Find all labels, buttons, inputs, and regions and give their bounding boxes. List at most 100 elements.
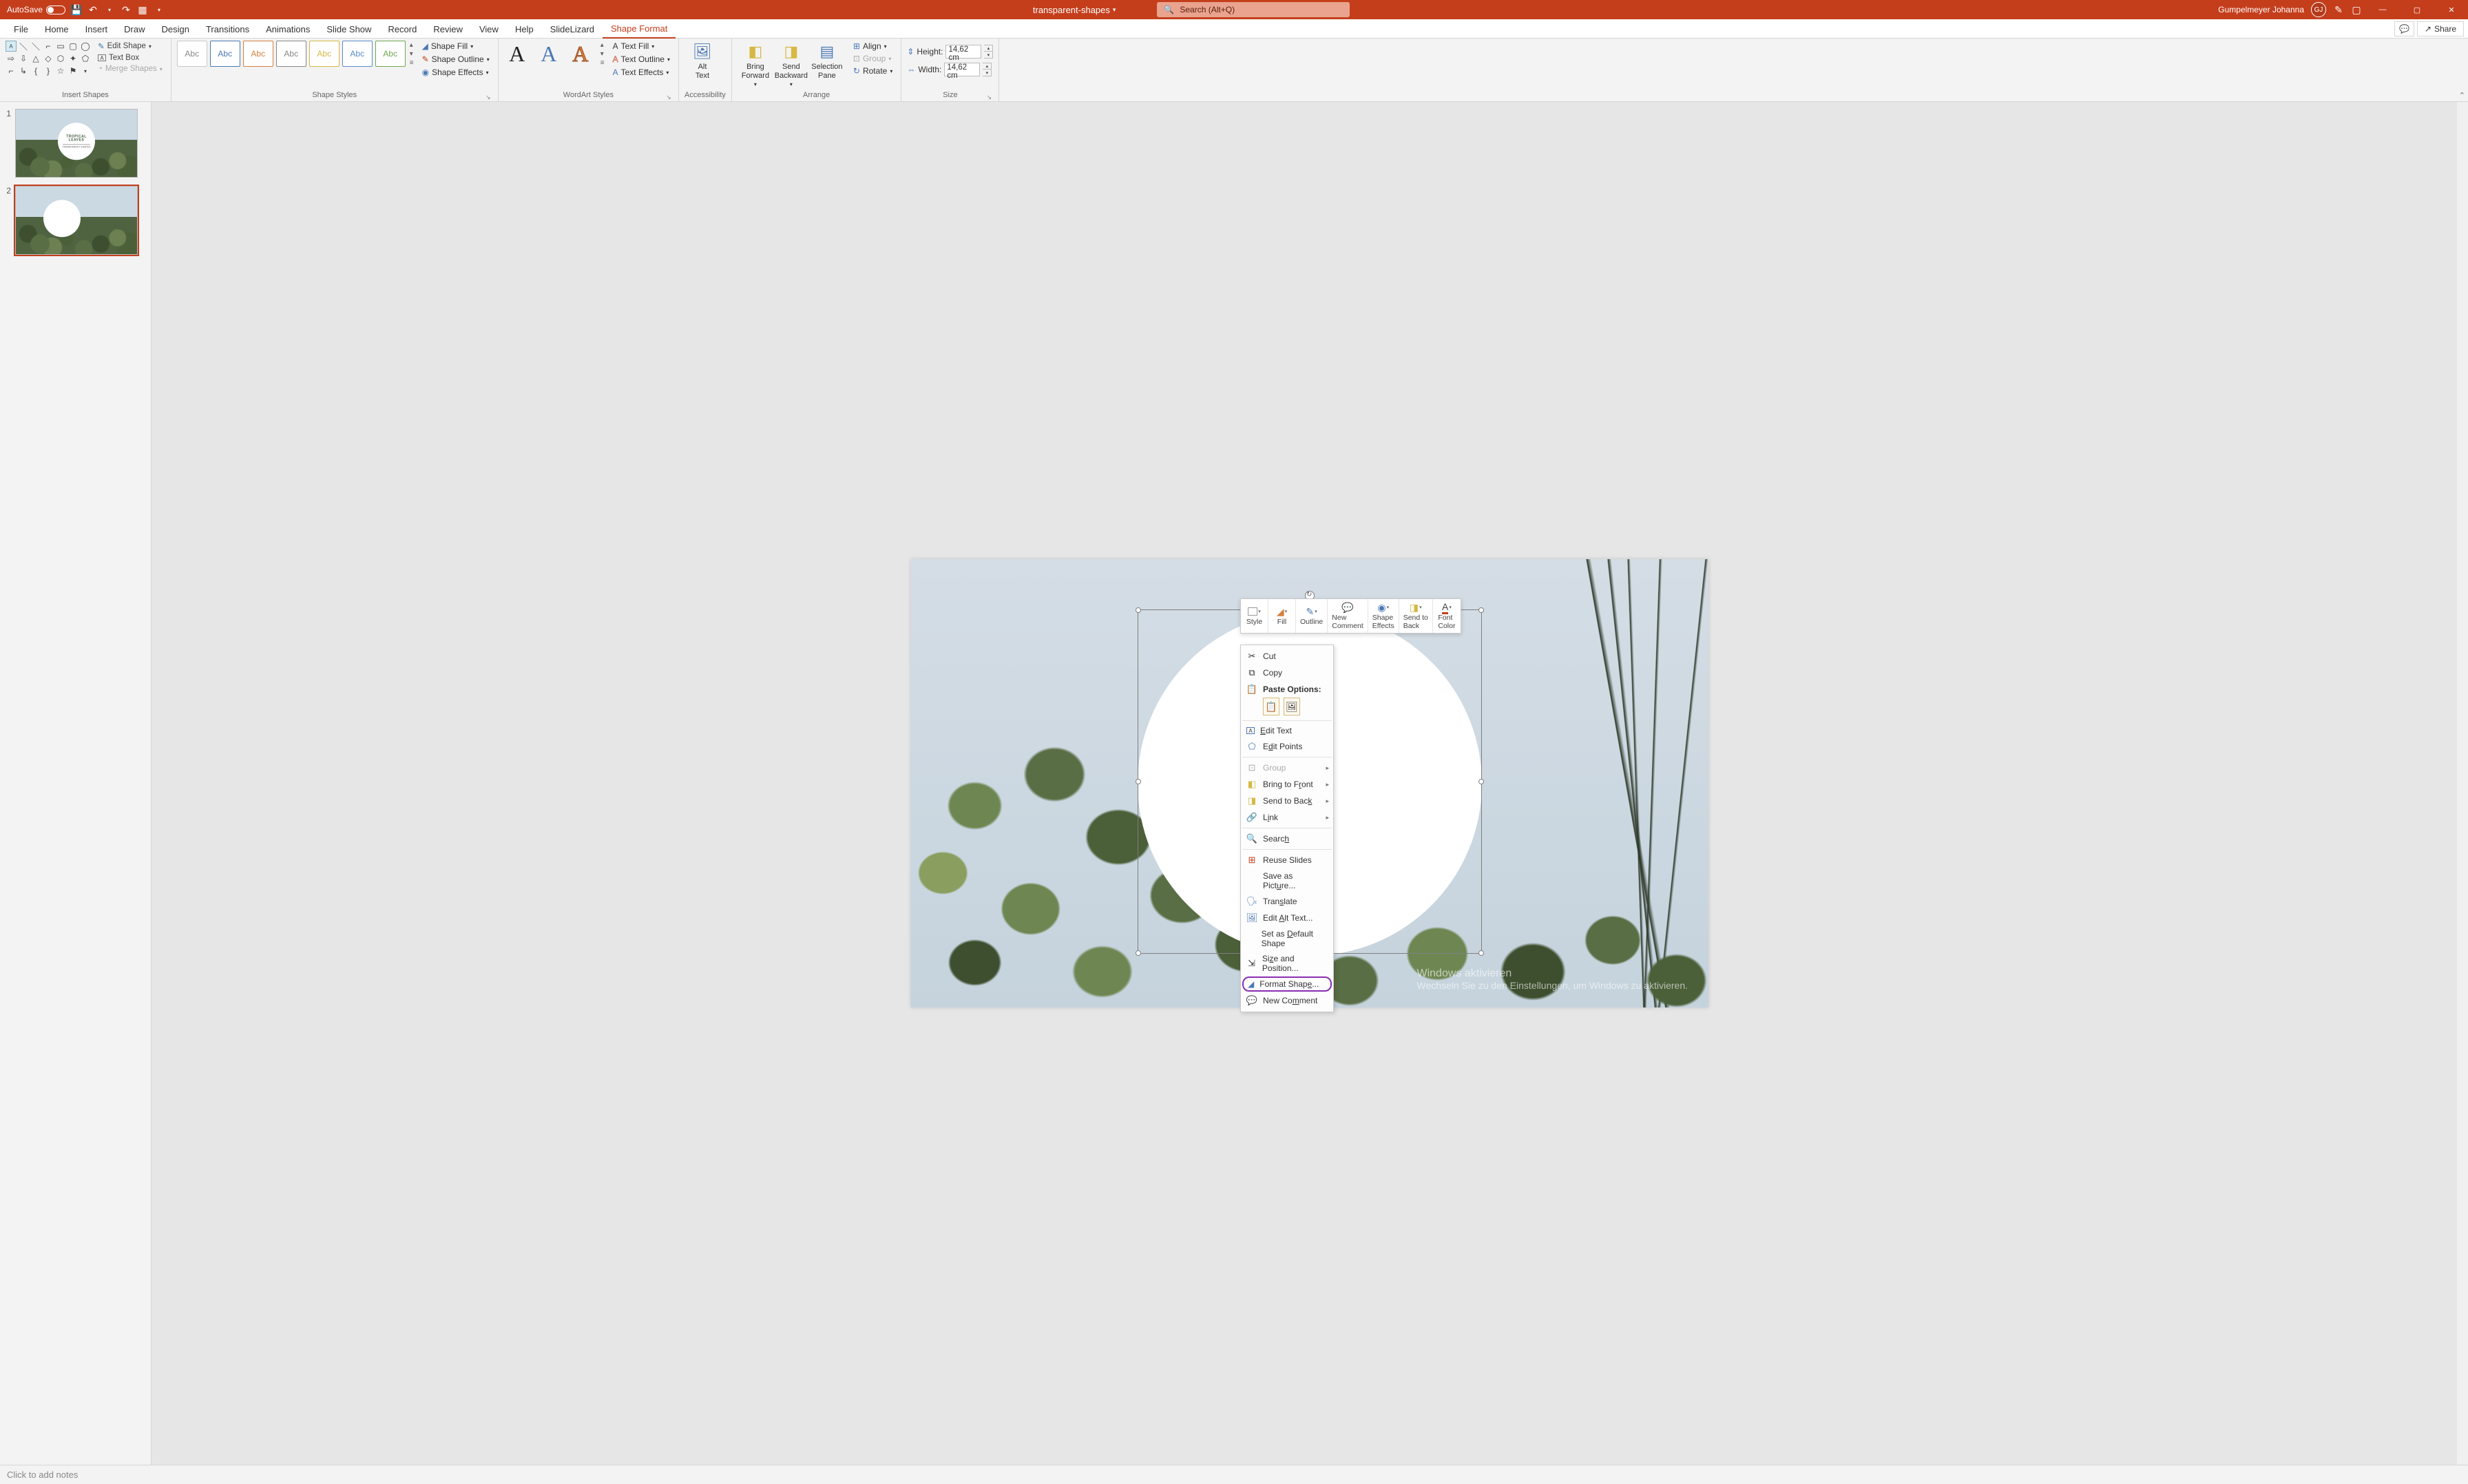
tab-transitions[interactable]: Transitions [198,21,258,38]
share-button[interactable]: ↗ Share [2417,21,2464,36]
shape-effects-button[interactable]: ◉ Shape Effects ▾ [419,67,492,78]
height-field[interactable]: ⇕ Height: 14,62 cm ▴▾ [907,45,993,59]
star-shape-icon[interactable]: ☆ [55,65,66,76]
height-input[interactable]: 14,62 cm [945,45,981,59]
start-from-beginning-icon[interactable]: ▦ [137,4,148,15]
gallery-more-icon[interactable]: ≡ [600,59,605,67]
connector-shape-icon[interactable]: ⌐ [6,65,17,76]
text-outline-button[interactable]: A Text Outline ▾ [610,54,673,65]
width-spinner[interactable]: ▴▾ [983,63,992,76]
slide-canvas[interactable]: ▾ Style ◢▾ Fill ✎▾ Outline 💬 New Comment… [911,559,1708,1007]
brace-shape-icon[interactable]: { [30,65,41,76]
minimize-button[interactable]: — [2369,0,2396,19]
mini-send-back-button[interactable]: ◨▾ Send to Back [1399,599,1433,633]
thumbnail-slide-1[interactable]: 1 TROPICALLEAVES TRANSPARENT SHAPES [0,106,151,183]
qat-dropdown-icon[interactable]: ▾ [154,4,165,15]
gallery-more-icon[interactable]: ≡ [410,59,414,67]
tab-file[interactable]: File [6,21,36,38]
dialog-launcher-icon[interactable]: ↘ [985,93,993,101]
thumbnail-slide-2[interactable]: 2 [0,183,151,260]
user-avatar[interactable]: GJ [2311,2,2326,17]
align-button[interactable]: ⊞ Align ▾ [850,41,895,52]
textbox-shape-icon[interactable]: A [6,41,17,52]
bring-forward-button[interactable]: ◧ Bring Forward ▾ [738,41,773,87]
paste-picture[interactable]: 🖼 [1284,698,1300,715]
mini-new-comment-button[interactable]: 💬 New Comment [1328,599,1368,633]
resize-handle-sw[interactable] [1136,950,1141,956]
redo-icon[interactable]: ↷ [121,4,132,15]
selection-pane-button[interactable]: ▤ Selection Pane [809,41,845,87]
tab-draw[interactable]: Draw [116,21,153,38]
brace-shape-icon[interactable]: } [43,65,54,76]
rotate-button[interactable]: ↻ Rotate ▾ [850,65,895,76]
collapse-ribbon-icon[interactable]: ⌃ [2459,91,2465,100]
tab-view[interactable]: View [471,21,507,38]
style-preset[interactable]: Abc [177,41,207,67]
ctx-link[interactable]: 🔗Link▸ [1241,809,1333,826]
diamond-shape-icon[interactable]: ◇ [43,53,54,64]
text-effects-button[interactable]: A Text Effects ▾ [610,67,673,78]
resize-handle-nw[interactable] [1136,607,1141,613]
tab-record[interactable]: Record [379,21,425,38]
dialog-launcher-icon[interactable]: ↘ [665,93,673,101]
wordart-gallery-scroll[interactable]: ▴▾≡ [599,41,605,67]
user-name[interactable]: Gumpelmeyer Johanna [2218,5,2304,14]
resize-handle-ne[interactable] [1478,607,1484,613]
shape-outline-button[interactable]: ✎ Shape Outline ▾ [419,54,492,65]
notes-placeholder[interactable]: Click to add notes [7,1470,78,1480]
tab-slidelizard[interactable]: SlideLizard [542,21,603,38]
document-title[interactable]: transparent-shapes ▾ [1033,5,1116,15]
ctx-set-default-shape[interactable]: Set as Default Shape [1241,926,1333,951]
style-preset[interactable]: Abc [375,41,406,67]
ctx-save-as-picture[interactable]: Save as Picture... [1241,868,1333,893]
ctx-size-position[interactable]: ⇲Size and Position... [1241,951,1333,976]
line-shape-icon[interactable]: ＼ [30,41,41,52]
wordart-preset[interactable]: A [536,41,562,67]
save-icon[interactable]: 💾 [71,4,82,15]
ribbon-mode-icon[interactable]: ▢ [2351,4,2362,15]
ctx-format-shape[interactable]: ◢Format Shape... [1242,976,1332,992]
mini-shape-effects-button[interactable]: ◉▾ Shape Effects [1368,599,1399,633]
wordart-preset[interactable]: A [504,41,530,67]
resize-handle-se[interactable] [1478,950,1484,956]
resize-handle-w[interactable] [1136,779,1141,784]
tab-help[interactable]: Help [507,21,542,38]
close-button[interactable]: ✕ [2438,0,2465,19]
tab-shape-format[interactable]: Shape Format [603,20,676,39]
ctx-send-back[interactable]: ◨Send to Back▸ [1241,793,1333,809]
wordart-gallery[interactable]: A A A ▴▾≡ [504,41,605,67]
ctx-alt-text[interactable]: 🖼Edit Alt Text... [1241,910,1333,926]
ctx-search[interactable]: 🔍Search [1241,830,1333,847]
bookmark-shape-icon[interactable]: ⚑ [67,65,79,76]
text-fill-button[interactable]: A Text Fill ▾ [610,41,673,52]
tab-insert[interactable]: Insert [77,21,116,38]
send-backward-button[interactable]: ◨ Send Backward ▾ [773,41,809,87]
comments-button[interactable]: 💬 [2394,21,2414,36]
undo-dropdown-icon[interactable]: ▾ [104,4,115,15]
tab-slideshow[interactable]: Slide Show [318,21,379,38]
mini-outline-button[interactable]: ✎▾ Outline [1296,599,1328,633]
more-shape-icon[interactable]: ⬠ [80,53,91,64]
maximize-button[interactable]: ▢ [2403,0,2431,19]
shape-fill-button[interactable]: ◢ Shape Fill ▾ [419,41,492,52]
style-preset[interactable]: Abc [342,41,373,67]
shapes-gallery[interactable]: A ＼ ＼ ⌐ ▭ ▢ ◯ ⇨ ⇩ △ ◇ ⬡ ✦ ⬠ ⌐ ↳ { } ☆ ⚑ [6,41,91,76]
style-preset[interactable]: Abc [276,41,306,67]
ctx-edit-points[interactable]: ⬠Edit Points [1241,738,1333,755]
ctx-cut[interactable]: ✂Cut [1241,648,1333,665]
mini-font-color-button[interactable]: A▾ Font Color [1433,599,1461,633]
line-shape-icon[interactable]: ＼ [18,41,29,52]
width-input[interactable]: 14,62 cm [944,63,980,76]
tab-review[interactable]: Review [425,21,471,38]
mini-fill-button[interactable]: ◢▾ Fill [1268,599,1296,633]
ctx-translate[interactable]: 🗣Translate [1241,893,1333,910]
style-preset[interactable]: Abc [309,41,339,67]
rounded-rect-shape-icon[interactable]: ▢ [67,41,79,52]
resize-handle-e[interactable] [1478,779,1484,784]
width-field[interactable]: ⇔ Width: 14,62 cm ▴▾ [907,63,993,76]
arrow-shape-icon[interactable]: ⇩ [18,53,29,64]
gallery-more-dropdown-icon[interactable]: ▾ [80,65,91,76]
triangle-shape-icon[interactable]: △ [30,53,41,64]
hexagon-shape-icon[interactable]: ⬡ [55,53,66,64]
wordart-preset[interactable]: A [567,41,594,67]
